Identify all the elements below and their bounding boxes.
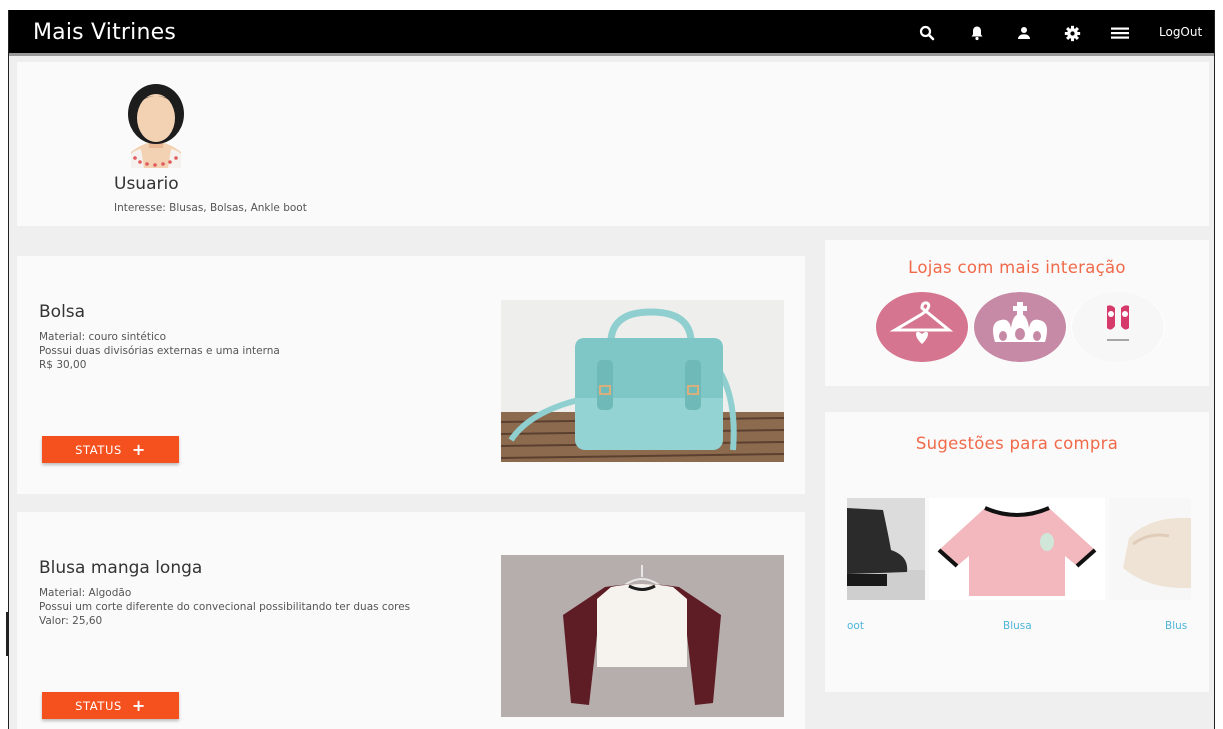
gear-icon[interactable] (1060, 22, 1084, 44)
store-logo-hanger[interactable] (875, 292, 969, 362)
suggestion-label[interactable]: Blus (1165, 620, 1187, 632)
product-material: Material: Algodão (39, 587, 132, 599)
suggestions-card: Sugestões para compra oot Blusa Blus (825, 412, 1209, 692)
product-title: Bolsa (39, 302, 86, 322)
stores-card: Lojas com mais interação (825, 240, 1209, 386)
product-price: Valor: 25,60 (39, 615, 103, 627)
bell-icon[interactable] (965, 22, 989, 44)
brand-logo[interactable]: Mais Vitrines (33, 20, 176, 45)
plus-icon: + (131, 440, 146, 459)
store-logo-crown[interactable] (973, 292, 1067, 362)
product-material: Material: couro sintético (39, 331, 167, 343)
suggestion-image[interactable] (929, 498, 1105, 600)
product-title: Blusa manga longa (39, 558, 203, 578)
product-description: Possui duas divisórias externas e uma in… (39, 345, 280, 357)
stores-title: Lojas com mais interação (908, 258, 1126, 277)
suggestion-label[interactable]: Blusa (1003, 620, 1032, 632)
product-description: Possui um corte diferente do convecional… (39, 601, 411, 613)
product-image[interactable] (501, 300, 784, 462)
product-card: Bolsa Material: couro sintético Possui d… (17, 256, 805, 494)
status-button[interactable]: STATUS + (42, 692, 179, 719)
profile-card: Usuario Interesse: Blusas, Bolsas, Ankle… (17, 62, 1209, 226)
page-edge-divider (6, 612, 8, 656)
product-price: R$ 30,00 (39, 359, 87, 371)
suggestions-title: Sugestões para compra (915, 434, 1119, 453)
profile-interest: Interesse: Blusas, Bolsas, Ankle boot (114, 202, 307, 214)
top-navbar: Mais Vitrines LogOut (9, 10, 1214, 56)
suggestion-label[interactable]: oot (847, 620, 864, 632)
status-button-label: STATUS (75, 698, 122, 713)
plus-icon: + (131, 696, 146, 715)
suggestion-image[interactable] (1109, 498, 1191, 600)
product-image[interactable] (501, 555, 784, 717)
status-button[interactable]: STATUS + (42, 436, 179, 463)
status-button-label: STATUS (75, 442, 122, 457)
profile-name: Usuario (114, 174, 179, 194)
suggestion-image[interactable] (847, 498, 925, 600)
avatar (128, 84, 184, 168)
user-icon[interactable] (1012, 22, 1036, 44)
product-card: Blusa manga longa Material: Algodão Poss… (17, 512, 805, 729)
search-icon[interactable] (915, 22, 939, 44)
store-logo-shoe[interactable] (1071, 292, 1165, 362)
logout-link[interactable]: LogOut (1159, 25, 1202, 39)
suggestions-carousel[interactable]: oot Blusa Blus (847, 498, 1191, 638)
menu-icon[interactable] (1108, 22, 1132, 44)
app-frame: Mais Vitrines LogOut Usuario Interesse: … (8, 10, 1215, 729)
